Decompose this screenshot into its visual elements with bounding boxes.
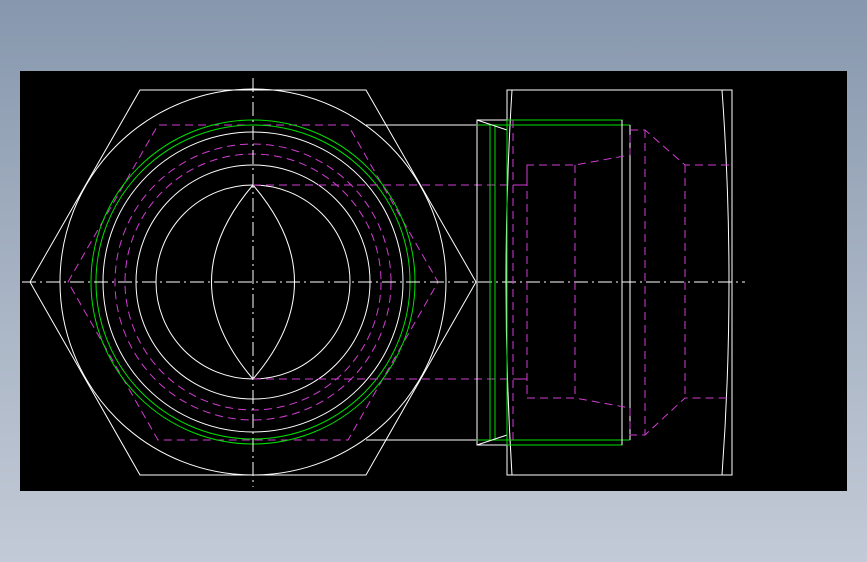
cad-drawing: [22, 78, 745, 487]
hidden-bore-bottom: [520, 378, 730, 436]
cad-viewport[interactable]: [20, 71, 847, 491]
front-view: [22, 78, 745, 487]
hidden-bore-top: [520, 129, 730, 186]
